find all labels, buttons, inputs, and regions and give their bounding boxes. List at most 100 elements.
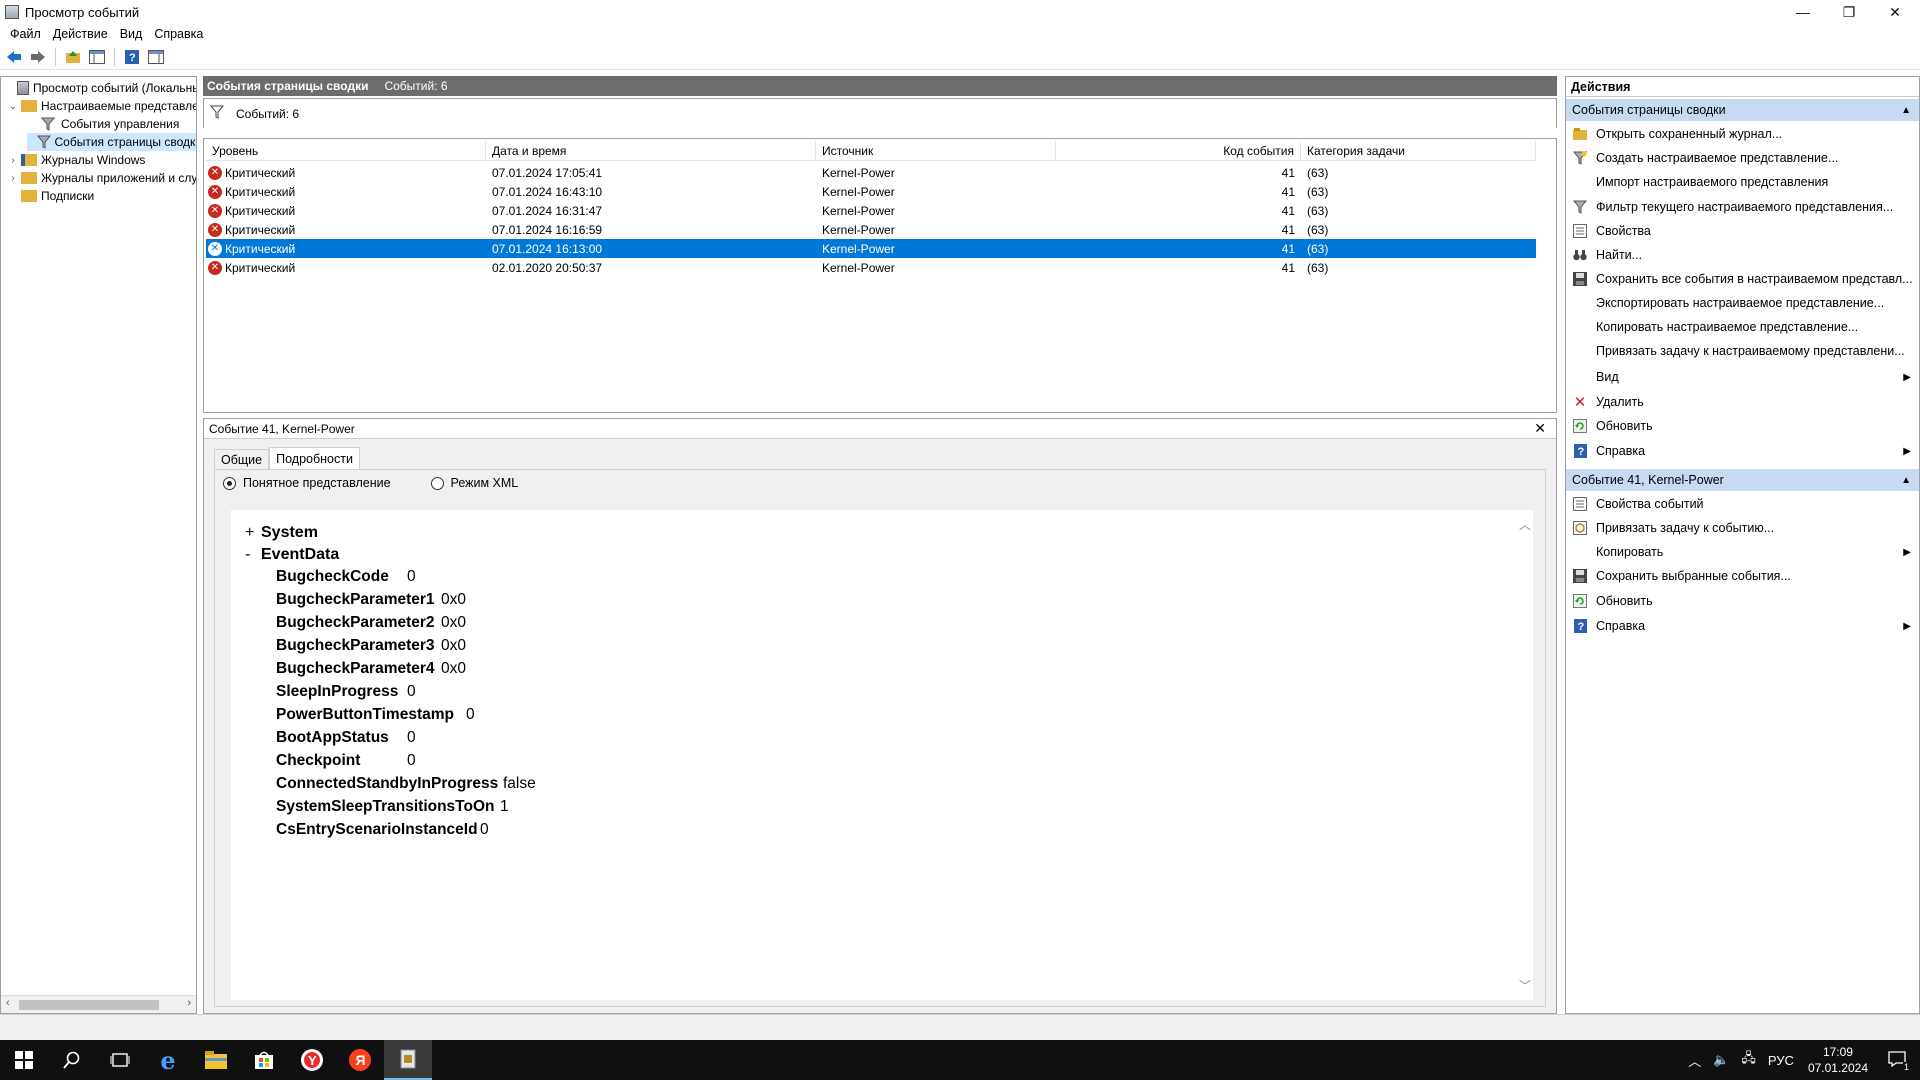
menu-view[interactable]: Вид <box>114 27 149 41</box>
edge-browser-icon[interactable]: e <box>144 1040 192 1080</box>
action-import-custom-view[interactable]: Импорт настраиваемого представления <box>1566 171 1919 193</box>
yandex-browser-icon[interactable]: Y <box>288 1040 336 1080</box>
cell-datetime: 07.01.2024 16:13:00 <box>492 241 603 256</box>
vertical-scrollbar[interactable]: ︿ ﹀ <box>1515 510 1533 1000</box>
action-properties[interactable]: Свойства <box>1566 220 1919 242</box>
help-icon[interactable]: ? <box>122 47 142 67</box>
scroll-down-icon[interactable]: ﹀ <box>1519 977 1531 994</box>
table-row-selected[interactable]: ✕ Критический 07.01.2024 16:13:00 Kernel-… <box>206 239 1536 258</box>
collapse-toggle[interactable]: - <box>245 546 261 564</box>
scroll-left-icon[interactable]: ‹ <box>6 997 10 1009</box>
action-attach-task-to-view[interactable]: Привязать задачу к настраиваемому предст… <box>1566 340 1919 362</box>
eventdata-field: BugcheckParameter3 0x0 <box>276 635 466 657</box>
action-filter-current-view[interactable]: Фильтр текущего настраиваемого представл… <box>1566 196 1919 218</box>
expand-chevron-icon[interactable]: › <box>7 155 19 166</box>
action-help-submenu[interactable]: ? Справка ▶ <box>1566 440 1919 462</box>
menu-action[interactable]: Действие <box>47 27 114 41</box>
yandex-icon[interactable]: Я <box>336 1040 384 1080</box>
restore-button[interactable]: ❐ <box>1826 0 1872 24</box>
column-header-task-category[interactable]: Категория задачи <box>1301 140 1536 161</box>
table-row[interactable]: ✕ Критический 07.01.2024 16:16:59 Kernel-… <box>206 220 1536 239</box>
start-windows-icon[interactable] <box>0 1040 48 1080</box>
action-open-saved-log[interactable]: Открыть сохраненный журнал... <box>1566 123 1919 145</box>
tree-item-admin-events[interactable]: События управления <box>27 115 179 133</box>
clock[interactable]: 17:09 07.01.2024 <box>1808 1044 1868 1076</box>
section-label: Событие 41, Kernel-Power <box>1572 473 1724 487</box>
tree-horizontal-scrollbar[interactable]: ‹ › <box>1 995 196 1013</box>
table-row[interactable]: ✕ Критический 07.01.2024 16:31:47 Kernel-… <box>206 201 1536 220</box>
scroll-up-icon[interactable]: ︿ <box>1519 516 1531 533</box>
action-view-submenu[interactable]: Вид ▶ <box>1566 366 1919 388</box>
action-create-custom-view[interactable]: Создать настраиваемое представление... <box>1566 147 1919 169</box>
network-icon[interactable]: 🖧 <box>1741 1049 1756 1071</box>
tree-item-app-service-logs[interactable]: › Журналы приложений и служб <box>7 169 196 187</box>
eventdata-field: BootAppStatus 0 <box>276 727 416 749</box>
collapse-chevron-icon[interactable]: ⌄ <box>7 101 19 112</box>
action-help-event-submenu[interactable]: ? Справка ▶ <box>1566 615 1919 637</box>
table-row[interactable]: ✕ Критический 02.01.2020 20:50:37 Kernel-… <box>206 258 1536 277</box>
event-viewer-app-icon <box>5 5 19 19</box>
system-node[interactable]: + System <box>245 524 318 542</box>
file-explorer-icon[interactable] <box>192 1040 240 1080</box>
volume-icon[interactable]: 🔈 <box>1713 1052 1729 1068</box>
table-row[interactable]: ✕ Критический 07.01.2024 17:05:41 Kernel-… <box>206 163 1536 182</box>
folder-icon <box>21 172 37 184</box>
tree-item-event-viewer[interactable]: Просмотр событий (Локальный) <box>3 79 196 97</box>
tree-item-windows-logs[interactable]: › Журналы Windows <box>7 151 145 169</box>
column-header-datetime[interactable]: Дата и время <box>486 140 816 161</box>
show-hide-console-tree-icon[interactable] <box>87 47 107 67</box>
close-detail-icon[interactable]: ✕ <box>1534 420 1546 437</box>
eventdata-field: Checkpoint 0 <box>276 750 416 772</box>
actions-section-event[interactable]: Событие 41, Kernel-Power ▲ <box>1566 469 1919 491</box>
back-arrow-icon[interactable] <box>4 47 24 67</box>
menu-file[interactable]: Файл <box>4 27 47 41</box>
action-refresh-event[interactable]: Обновить <box>1566 590 1919 612</box>
close-button[interactable]: ✕ <box>1872 0 1918 24</box>
input-language[interactable]: РУС <box>1768 1053 1794 1068</box>
tree-item-subscriptions[interactable]: Подписки <box>7 187 94 205</box>
table-row[interactable]: ✕ Критический 07.01.2024 16:43:10 Kernel-… <box>206 182 1536 201</box>
action-save-selected-events[interactable]: Сохранить выбранные события... <box>1566 565 1919 587</box>
event-viewer-taskbar-icon[interactable] <box>384 1040 432 1080</box>
folder-up-icon[interactable] <box>63 47 83 67</box>
task-view-icon[interactable] <box>96 1040 144 1080</box>
column-header-event-id[interactable]: Код события <box>1056 140 1301 161</box>
radio-xml-view[interactable]: Режим XML <box>430 476 518 490</box>
search-icon[interactable] <box>48 1040 96 1080</box>
chevron-up-icon[interactable]: ︿ <box>1688 1051 1701 1070</box>
action-event-properties[interactable]: Свойства событий <box>1566 493 1919 515</box>
column-header-level[interactable]: Уровень <box>206 140 486 161</box>
column-header-source[interactable]: Источник <box>816 140 1056 161</box>
action-find[interactable]: Найти... <box>1566 244 1919 266</box>
minimize-button[interactable]: — <box>1780 0 1826 24</box>
action-save-all-events[interactable]: Сохранить все события в настраиваемом пр… <box>1566 268 1919 290</box>
field-value: 0x0 <box>441 614 466 631</box>
action-copy-custom-view[interactable]: Копировать настраиваемое представление..… <box>1566 316 1919 338</box>
radio-unchecked-icon[interactable] <box>430 476 444 490</box>
radio-friendly-view[interactable]: Понятное представление <box>223 476 391 490</box>
actions-section-view[interactable]: События страницы сводки ▲ <box>1566 99 1919 121</box>
forward-arrow-icon[interactable] <box>28 47 48 67</box>
action-delete[interactable]: ✕ Удалить <box>1566 391 1919 413</box>
action-export-custom-view[interactable]: Экспортировать настраиваемое представлен… <box>1566 292 1919 314</box>
tree-item-summary-page-events[interactable]: События страницы сводки <box>27 133 196 151</box>
expand-toggle[interactable]: + <box>245 524 261 542</box>
action-refresh[interactable]: Обновить <box>1566 415 1919 437</box>
tab-details[interactable]: Подробности <box>269 447 360 469</box>
menu-help[interactable]: Справка <box>148 27 209 41</box>
actions-title: Действия <box>1566 77 1919 97</box>
store-icon[interactable] <box>240 1040 288 1080</box>
eventdata-node[interactable]: - EventData <box>245 546 339 564</box>
show-hide-action-pane-icon[interactable] <box>146 47 166 67</box>
action-attach-task-to-event[interactable]: Привязать задачу к событию... <box>1566 517 1919 539</box>
radio-checked-icon[interactable] <box>223 476 236 490</box>
tab-general[interactable]: Общие <box>214 449 270 469</box>
scrollbar-thumb[interactable] <box>19 1000 159 1010</box>
action-copy-submenu[interactable]: Копировать ▶ <box>1566 541 1919 563</box>
collapse-up-icon[interactable]: ▲ <box>1901 475 1911 486</box>
collapse-up-icon[interactable]: ▲ <box>1901 105 1911 116</box>
notifications-icon[interactable]: 1 <box>1888 1050 1910 1072</box>
tree-item-custom-views[interactable]: ⌄ Настраиваемые представления <box>7 97 196 115</box>
expand-chevron-icon[interactable]: › <box>7 173 19 184</box>
scroll-right-icon[interactable]: › <box>187 997 191 1009</box>
